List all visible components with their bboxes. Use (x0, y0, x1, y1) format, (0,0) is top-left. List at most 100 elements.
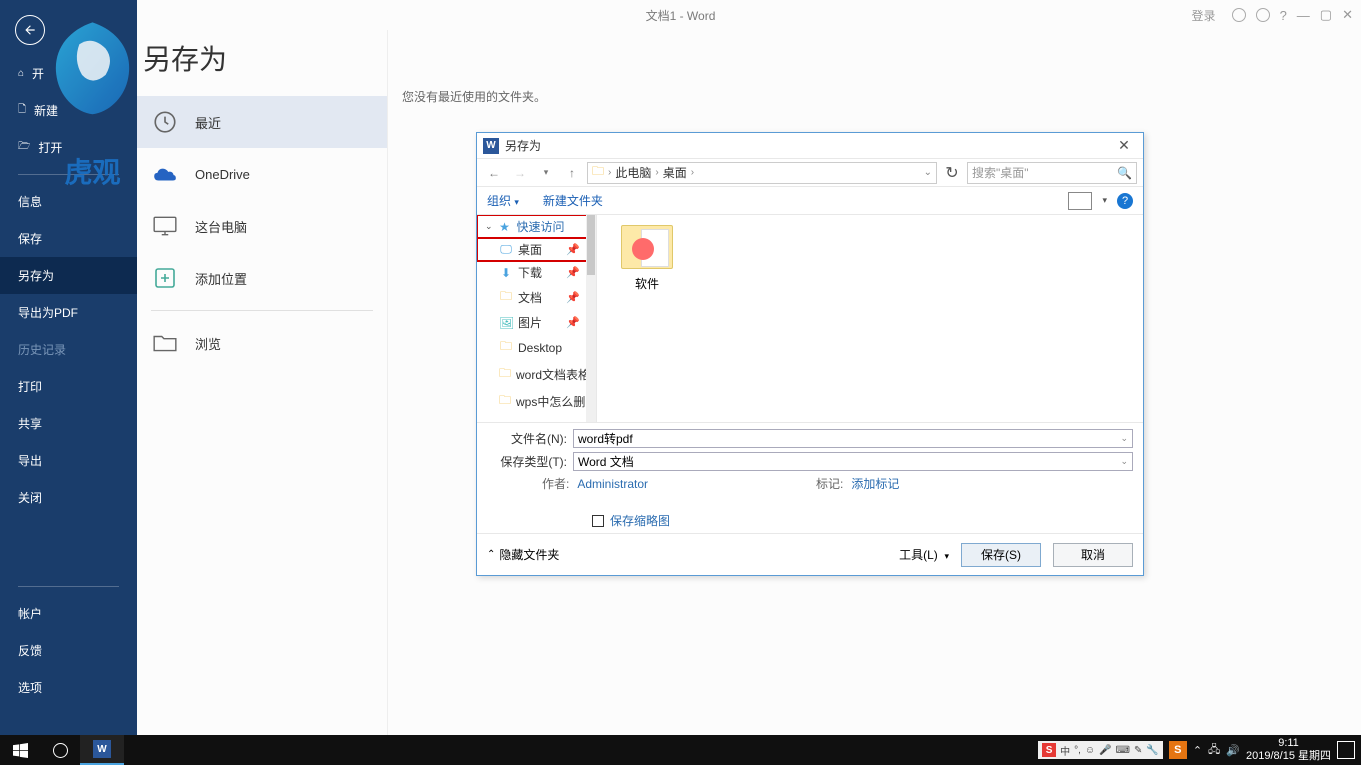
start-button[interactable] (0, 735, 40, 765)
sidebar-item-account[interactable]: 帐户 (0, 595, 137, 632)
author-value[interactable]: Administrator (577, 477, 648, 491)
taskbar-word-app[interactable]: W (80, 735, 124, 765)
scrollbar-thumb[interactable] (587, 215, 595, 275)
tree-scrollbar[interactable] (586, 215, 596, 422)
divider (151, 310, 373, 311)
sidebar-label: 保存 (18, 230, 42, 247)
help-button[interactable]: ? (1280, 8, 1287, 23)
document-title: 文档1 - Word (646, 7, 716, 24)
sidebar-item-close[interactable]: 关闭 (0, 479, 137, 516)
action-center-icon[interactable] (1337, 741, 1355, 759)
sidebar-label: 帐户 (18, 605, 42, 622)
breadcrumb-desktop[interactable]: 桌面 (663, 164, 687, 181)
sidebar-item-share[interactable]: 共享 (0, 405, 137, 442)
back-button[interactable] (15, 15, 45, 45)
view-dropdown-icon[interactable]: ▾ (1102, 195, 1107, 206)
location-recent[interactable]: 最近 (137, 96, 387, 148)
desktop-icon: 🖵 (499, 242, 513, 257)
tag-value[interactable]: 添加标记 (851, 475, 899, 492)
address-dropdown-icon[interactable]: ⌄ (924, 167, 932, 178)
chevron-icon: › (655, 167, 658, 178)
sidebar-item-open[interactable]: 🗁 打开 (0, 129, 137, 166)
hide-folders-toggle[interactable]: ⌃ 隐藏文件夹 (487, 546, 559, 563)
restore-button[interactable]: ▢ (1320, 7, 1332, 23)
tree-pictures[interactable]: 🖼 图片 📌 (477, 311, 596, 334)
ime-tools-icon: 🔧 (1146, 745, 1158, 756)
cortana-button[interactable] (40, 735, 80, 765)
folder-icon: 🗀 (499, 364, 511, 385)
filename-input[interactable]: word转pdf⌄ (573, 429, 1133, 448)
location-browse[interactable]: 浏览 (137, 317, 387, 369)
tree-label: 桌面 (518, 241, 542, 258)
download-icon: ⬇ (499, 266, 513, 280)
tree-label: 下载 (518, 264, 542, 281)
pin-icon: 📌 (566, 316, 580, 329)
nav-forward-button[interactable]: → (509, 162, 531, 184)
sidebar-label: 历史记录 (18, 341, 66, 358)
tools-dropdown[interactable]: 工具(L) ▾ (899, 546, 949, 563)
save-button[interactable]: 保存(S) (961, 543, 1041, 567)
file-list-area[interactable]: 软件 (597, 215, 1143, 422)
tree-wps-delete[interactable]: 🗀 wps中怎么删除空 (477, 388, 596, 415)
tree-quickaccess[interactable]: ⌄ ★ 快速访问 (477, 215, 596, 238)
face-frown-icon[interactable] (1256, 8, 1270, 22)
sidebar-label: 反馈 (18, 642, 42, 659)
sidebar-item-print[interactable]: 打印 (0, 368, 137, 405)
tree-desktop-en[interactable]: 🗀 Desktop (477, 334, 596, 361)
organize-menu[interactable]: 组织 ▾ (487, 192, 519, 209)
sidebar-item-info[interactable]: 信息 (0, 183, 137, 220)
newfolder-button[interactable]: 新建文件夹 (543, 192, 603, 209)
breadcrumb-thispc[interactable]: 此电脑 (615, 164, 651, 181)
sidebar-item-options[interactable]: 选项 (0, 669, 137, 706)
sidebar-item-save[interactable]: 保存 (0, 220, 137, 257)
savetype-label: 保存类型(T): (487, 453, 567, 470)
location-thispc[interactable]: 这台电脑 (137, 200, 387, 252)
tree-word-table[interactable]: 🗀 word文档表格怎 (477, 361, 596, 388)
location-onedrive[interactable]: OneDrive (137, 148, 387, 200)
sidebar-item-new[interactable]: 🗋 新建 (0, 92, 137, 129)
volume-icon[interactable]: 🔊 (1226, 744, 1240, 757)
folder-tile-software[interactable]: 软件 (607, 225, 687, 292)
cancel-button[interactable]: 取消 (1053, 543, 1133, 567)
pin-icon: 📌 (566, 243, 580, 256)
sidebar-item-home[interactable]: ⌂ 开 (0, 55, 137, 92)
plus-icon (151, 264, 179, 292)
sidebar-item-feedback[interactable]: 反馈 (0, 632, 137, 669)
save-thumbnail-checkbox[interactable] (592, 515, 604, 527)
network-icon[interactable]: 🖧 (1208, 741, 1220, 760)
help-button[interactable]: ? (1117, 193, 1133, 209)
nav-recent-dropdown[interactable]: ▾ (535, 162, 557, 184)
location-label: 这台电脑 (195, 217, 247, 236)
refresh-button[interactable]: ↻ (941, 163, 963, 183)
sidebar-item-export[interactable]: 导出 (0, 442, 137, 479)
tree-label: Desktop (518, 341, 562, 355)
search-input[interactable]: 搜索"桌面" 🔍 (967, 162, 1137, 184)
dialog-close-button[interactable]: ✕ (1111, 135, 1137, 157)
close-button[interactable]: ✕ (1342, 7, 1353, 23)
face-smile-icon[interactable] (1232, 8, 1246, 22)
tree-label: 文档 (518, 289, 542, 306)
tree-downloads[interactable]: ⬇ 下载 📌 (477, 261, 596, 284)
location-addplace[interactable]: 添加位置 (137, 252, 387, 304)
tree-documents[interactable]: 🗀 文档 📌 (477, 284, 596, 311)
sogou-tray-icon[interactable]: S (1169, 741, 1187, 759)
minimize-button[interactable]: — (1297, 8, 1310, 23)
arrow-left-icon (23, 23, 37, 37)
tray-overflow-icon[interactable]: ⌃ (1193, 744, 1202, 757)
login-link[interactable]: 登录 (1192, 7, 1216, 24)
pin-icon: 📌 (566, 266, 580, 279)
address-bar[interactable]: 🗀 › 此电脑 › 桌面 › ⌄ (587, 162, 937, 184)
view-mode-button[interactable] (1068, 192, 1092, 210)
backstage-sidebar: ⌂ 开 🗋 新建 🗁 打开 信息 保存 另存为 导出为PDF 历史记录 打印 共… (0, 0, 137, 735)
nav-up-button[interactable]: ↑ (561, 162, 583, 184)
sidebar-item-history: 历史记录 (0, 331, 137, 368)
sidebar-label: 新建 (34, 102, 58, 119)
ime-badge[interactable]: S 中 °, ☺ 🎤 ⌨ ✎ 🔧 (1038, 741, 1163, 759)
sidebar-item-exportpdf[interactable]: 导出为PDF (0, 294, 137, 331)
taskbar-clock[interactable]: 9:11 2019/8/15 星期四 (1246, 737, 1331, 763)
sidebar-item-saveas[interactable]: 另存为 (0, 257, 137, 294)
empty-recent-message: 您没有最近使用的文件夹。 (402, 90, 546, 104)
tree-desktop[interactable]: 🖵 桌面 📌 (477, 238, 596, 261)
nav-back-button[interactable]: ← (483, 162, 505, 184)
savetype-dropdown[interactable]: Word 文档⌄ (573, 452, 1133, 471)
